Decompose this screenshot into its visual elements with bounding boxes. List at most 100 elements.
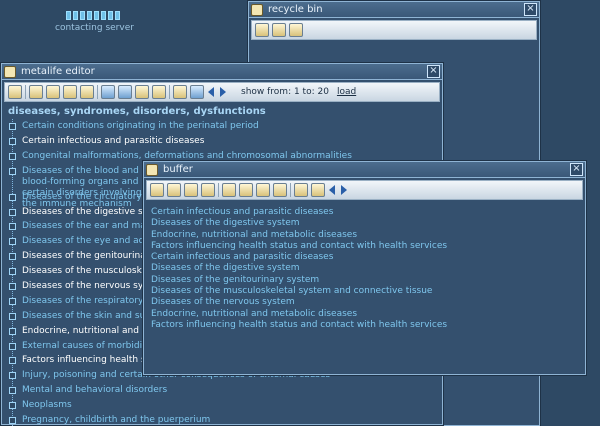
buffer-window[interactable]: buffer × Certain infectious and parasiti… xyxy=(143,161,586,375)
load-link[interactable]: load xyxy=(337,87,356,97)
buffer-item[interactable]: Diseases of the digestive system xyxy=(151,218,585,229)
tree-item-label: Certain conditions originating in the pe… xyxy=(22,121,259,131)
buffer-item[interactable]: Diseases of the musculoskeletal system a… xyxy=(151,286,585,297)
buffer-item[interactable]: Certain infectious and parasitic disease… xyxy=(151,252,585,263)
filter-icon[interactable] xyxy=(190,85,204,99)
editor-toolbar: show from: 1 to: 20 load xyxy=(4,82,440,102)
tree-node-icon[interactable] xyxy=(9,312,16,320)
recycle-bin-titlebar[interactable]: recycle bin × xyxy=(249,2,539,18)
tree-node-icon[interactable] xyxy=(9,417,16,425)
editor-titlebar[interactable]: metalife editor × xyxy=(2,64,442,80)
loader-status-text: contacting server xyxy=(55,23,134,33)
tree-item-label: Congenital malformations, deformations a… xyxy=(22,150,352,161)
buffer-icon xyxy=(146,163,158,176)
copy-icon[interactable] xyxy=(46,85,60,99)
tree-node-icon[interactable] xyxy=(9,387,16,395)
buffer-list: Certain infectious and parasitic disease… xyxy=(144,200,585,331)
editor-close-button[interactable]: × xyxy=(427,65,440,78)
paste-icon[interactable] xyxy=(63,85,77,99)
trash-icon[interactable] xyxy=(311,183,325,197)
toolbar-separator xyxy=(97,85,98,99)
tree-item[interactable]: Neoplasms xyxy=(8,398,442,413)
paging-range-label: show from: 1 to: 20 xyxy=(241,87,329,97)
tree-node-icon[interactable] xyxy=(9,342,16,350)
editor-title: metalife editor xyxy=(21,66,95,77)
recycle-bin-toolbar xyxy=(251,20,537,40)
editor-app-icon xyxy=(4,65,16,78)
tree-node-icon[interactable] xyxy=(9,193,16,201)
toolbar-separator xyxy=(218,183,219,197)
tree-item-label: Neoplasms xyxy=(22,400,72,411)
folder-remove-icon[interactable] xyxy=(273,183,287,197)
empty-bin-icon[interactable] xyxy=(255,23,269,37)
loader-progress-bar xyxy=(55,11,130,20)
tree-item[interactable]: Diseases of the blood and blood-forming … xyxy=(8,164,158,209)
tree-node-icon[interactable] xyxy=(9,238,16,246)
buffer-titlebar[interactable]: buffer × xyxy=(144,162,585,178)
loader-segment xyxy=(72,11,78,20)
tree-node-icon[interactable] xyxy=(9,223,16,231)
tree-node-icon[interactable] xyxy=(9,253,16,261)
tree-node-icon[interactable] xyxy=(9,283,16,291)
buffer-item[interactable]: Endocrine, nutritional and metabolic dis… xyxy=(151,309,585,320)
recycle-bin-close-button[interactable]: × xyxy=(524,3,537,16)
buffer-item[interactable]: Diseases of the genitourinary system xyxy=(151,275,585,286)
tree-node-icon[interactable] xyxy=(9,208,16,216)
buffer-item[interactable]: Diseases of the nervous system xyxy=(151,297,585,308)
buffer-toolbar xyxy=(146,180,583,200)
paste-item-icon[interactable] xyxy=(201,183,215,197)
connection-loader: contacting server xyxy=(55,11,134,33)
tree-node-icon[interactable] xyxy=(9,152,16,160)
buffer-item[interactable]: Factors influencing health status and co… xyxy=(151,320,585,331)
move-down-icon[interactable] xyxy=(118,85,132,99)
buffer-item[interactable]: Factors influencing health status and co… xyxy=(151,241,585,252)
folder-add-icon[interactable] xyxy=(256,183,270,197)
tree-item[interactable]: Pregnancy, childbirth and the puerperium xyxy=(8,413,442,426)
arrow-left-icon[interactable] xyxy=(328,183,337,197)
tree-node-icon[interactable] xyxy=(9,327,16,335)
tree-node-icon[interactable] xyxy=(9,297,16,305)
loader-segment xyxy=(107,11,113,20)
buffer-item[interactable]: Endocrine, nutritional and metabolic dis… xyxy=(151,230,585,241)
restore-all-icon[interactable] xyxy=(289,23,303,37)
new-document-icon[interactable] xyxy=(8,85,22,99)
folder-icon[interactable] xyxy=(239,183,253,197)
search-icon[interactable] xyxy=(173,85,187,99)
tree-item-label: Mental and behavioral disorders xyxy=(22,385,168,396)
edit-item-icon[interactable] xyxy=(167,183,181,197)
buffer-close-button[interactable]: × xyxy=(570,163,583,176)
tree-item-label: Certain infectious and parasitic disease… xyxy=(22,135,205,146)
tree-node-icon[interactable] xyxy=(9,167,16,175)
tree-node-icon[interactable] xyxy=(9,268,16,276)
loader-segment xyxy=(114,11,120,20)
tree-node-icon[interactable] xyxy=(9,137,16,145)
tree-node-icon[interactable] xyxy=(9,123,16,130)
tree-item[interactable]: Mental and behavioral disorders xyxy=(8,383,442,398)
new-item-icon[interactable] xyxy=(150,183,164,197)
book-icon[interactable] xyxy=(222,183,236,197)
tree-node-icon[interactable] xyxy=(9,357,16,365)
restore-item-icon[interactable] xyxy=(272,23,286,37)
loader-segment xyxy=(65,11,71,20)
tree-item-label: Pregnancy, childbirth and the puerperium xyxy=(22,415,211,426)
tree-node-icon[interactable] xyxy=(9,372,16,380)
book-icon[interactable] xyxy=(152,85,166,99)
edit-icon[interactable] xyxy=(29,85,43,99)
open-book-icon[interactable] xyxy=(294,183,308,197)
tree-node-icon[interactable] xyxy=(9,402,16,410)
toolbar-separator xyxy=(25,85,26,99)
tree-item[interactable]: Certain conditions originating in the pe… xyxy=(8,119,442,134)
loader-segment xyxy=(100,11,106,20)
cut-icon[interactable] xyxy=(80,85,94,99)
loader-segment xyxy=(93,11,99,20)
loader-segment xyxy=(86,11,92,20)
buffer-item[interactable]: Diseases of the digestive system xyxy=(151,263,585,274)
tree-item[interactable]: Certain infectious and parasitic disease… xyxy=(8,134,442,149)
move-up-icon[interactable] xyxy=(101,85,115,99)
arrow-right-icon[interactable] xyxy=(219,85,228,99)
arrow-right-icon[interactable] xyxy=(340,183,349,197)
copy-item-icon[interactable] xyxy=(184,183,198,197)
arrow-left-icon[interactable] xyxy=(207,85,216,99)
buffer-item[interactable]: Certain infectious and parasitic disease… xyxy=(151,207,585,218)
open-book-icon[interactable] xyxy=(135,85,149,99)
